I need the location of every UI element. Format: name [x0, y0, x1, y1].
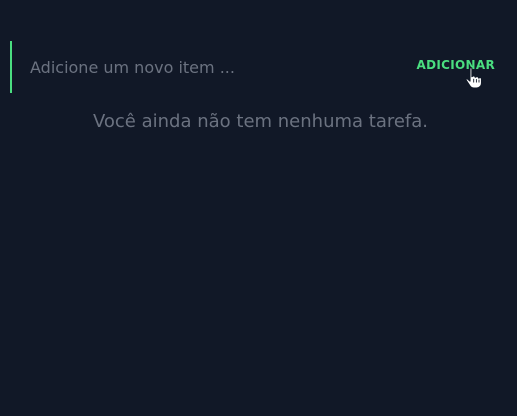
new-task-form: ADICIONAR: [10, 41, 507, 93]
add-task-button[interactable]: ADICIONAR: [417, 58, 495, 72]
new-task-input[interactable]: [30, 54, 390, 80]
todo-app: ADICIONAR Você ainda não tem nenhuma tar…: [0, 0, 517, 416]
empty-task-list-message: Você ainda não tem nenhuma tarefa.: [92, 111, 429, 132]
